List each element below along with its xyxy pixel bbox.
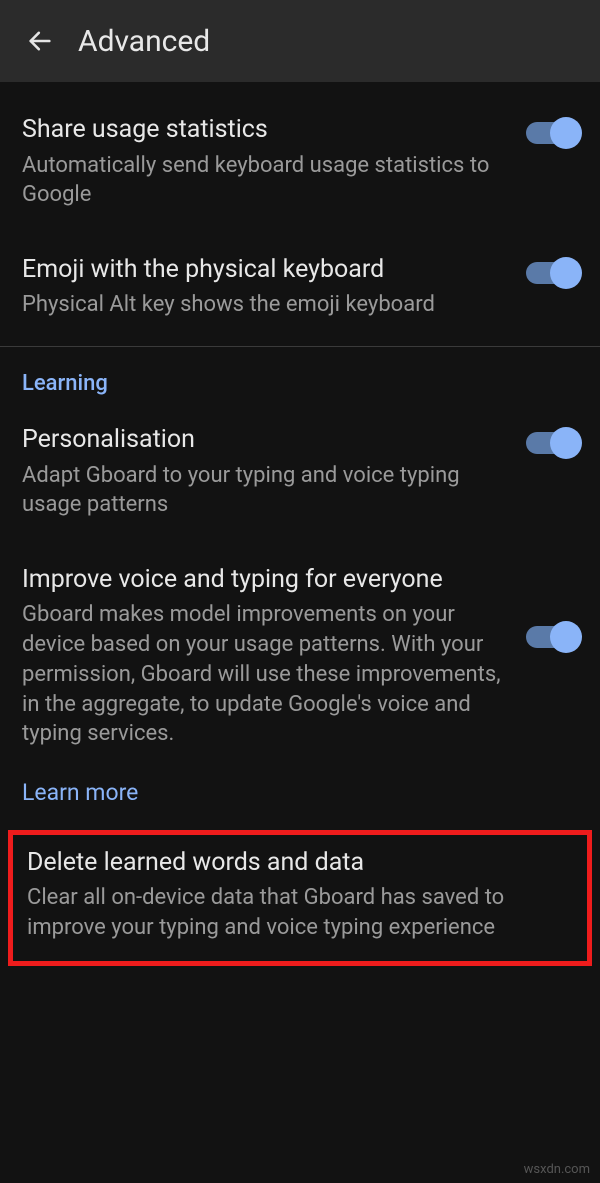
setting-subtitle: Gboard makes model improvements on your … [22,600,510,748]
setting-share-usage-statistics[interactable]: Share usage statistics Automatically sen… [0,92,600,232]
toggle-knob [550,427,582,459]
setting-personalisation[interactable]: Personalisation Adapt Gboard to your typ… [0,402,600,542]
setting-text: Share usage statistics Automatically sen… [22,114,510,210]
setting-title: Improve voice and typing for everyone [22,564,510,597]
setting-title: Share usage statistics [22,114,510,147]
setting-subtitle: Clear all on-device data that Gboard has… [27,883,573,942]
back-button[interactable] [20,21,60,61]
toggle-emoji-physical-keyboard[interactable] [526,262,578,284]
toggle-knob [550,257,582,289]
setting-title: Personalisation [22,424,510,457]
setting-improve-voice-typing[interactable]: Improve voice and typing for everyone Gb… [0,542,600,771]
setting-subtitle: Automatically send keyboard usage statis… [22,151,510,210]
arrow-left-icon [26,27,54,55]
setting-subtitle: Physical Alt key shows the emoji keyboar… [22,290,510,320]
app-header: Advanced [0,0,600,82]
toggle-share-usage-statistics[interactable] [526,122,578,144]
setting-delete-learned-words[interactable]: Delete learned words and data Clear all … [8,830,592,966]
setting-emoji-physical-keyboard[interactable]: Emoji with the physical keyboard Physica… [0,232,600,342]
toggle-personalisation[interactable] [526,432,578,454]
setting-subtitle: Adapt Gboard to your typing and voice ty… [22,461,510,520]
setting-text: Personalisation Adapt Gboard to your typ… [22,424,510,520]
setting-text: Improve voice and typing for everyone Gb… [22,564,510,749]
page-title: Advanced [78,24,210,59]
setting-title: Delete learned words and data [27,847,573,880]
section-header-learning: Learning [0,347,600,402]
toggle-knob [550,621,582,653]
settings-list: Share usage statistics Automatically sen… [0,82,600,966]
watermark: wsxdn.com [524,1162,590,1177]
setting-title: Emoji with the physical keyboard [22,254,510,287]
learn-more-link[interactable]: Learn more [0,771,600,828]
toggle-improve-voice-typing[interactable] [526,626,578,648]
setting-text: Emoji with the physical keyboard Physica… [22,254,510,320]
toggle-knob [550,117,582,149]
